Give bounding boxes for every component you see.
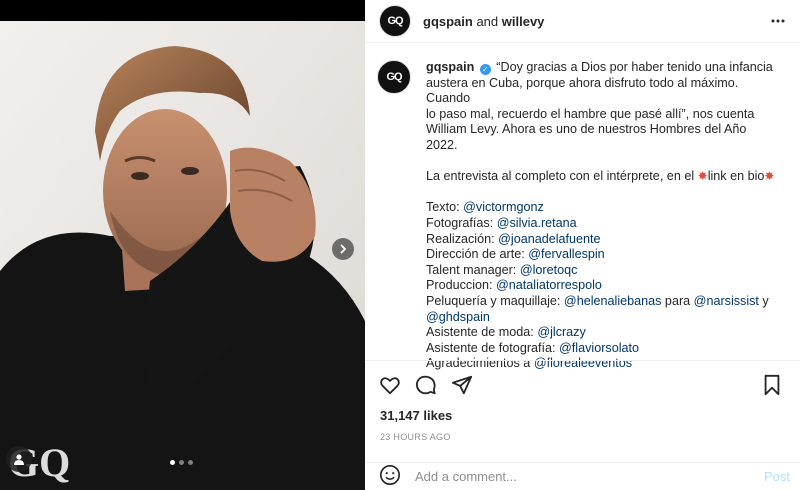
carousel-dot: [188, 460, 193, 465]
interview-link-text: link en bio: [707, 169, 765, 184]
caption-line: William Levy. Ahora es uno de nuestros H…: [426, 122, 747, 152]
caption-avatar[interactable]: GQ: [377, 60, 411, 94]
credit-label: Produccion:: [426, 278, 497, 293]
gq-logo: GQ: [386, 71, 402, 83]
post-comment-button[interactable]: Post: [764, 469, 790, 484]
caption-text: gqspain ✓ “Doy gracias a Dios por haber …: [426, 60, 780, 372]
credit-mention[interactable]: @flaviorsolato: [559, 341, 639, 355]
verified-badge-icon: ✓: [479, 64, 491, 75]
post-actions: [365, 360, 800, 408]
user-icon: [14, 454, 24, 465]
credit-mention[interactable]: @loretoqc: [520, 263, 578, 277]
carousel-indicators: [170, 460, 193, 465]
credit-joiner: para: [661, 293, 694, 308]
share-button[interactable]: [451, 374, 473, 399]
caption-line: lo paso mal, recuerdo el hambre que pasé…: [426, 106, 755, 121]
post-side-panel: GQ gqspain and willevy GQ gqspain ✓ “Doy…: [365, 0, 800, 490]
credit-mention[interactable]: @fervallespin: [528, 247, 605, 261]
credit-mention[interactable]: @narsissist: [694, 294, 759, 308]
tagged-users-button[interactable]: [6, 446, 32, 472]
credit-mention[interactable]: @victormgonz: [463, 200, 544, 214]
chevron-right-icon: [340, 244, 347, 254]
credit-mention[interactable]: @helenaliebanas: [564, 294, 662, 308]
comment-icon: [415, 375, 436, 395]
gq-logo: GQ: [387, 15, 403, 27]
more-options-button[interactable]: [770, 13, 786, 32]
add-comment-bar: Post: [365, 462, 800, 490]
comment-button[interactable]: [415, 374, 437, 399]
credit-mention[interactable]: @joanadelafuente: [498, 232, 600, 246]
authors-joiner: and: [472, 13, 502, 29]
credit-mention[interactable]: @jlcrazy: [537, 325, 585, 339]
save-button[interactable]: [762, 374, 782, 399]
post-header: GQ gqspain and willevy: [365, 0, 800, 43]
post-timestamp[interactable]: 23 HOURS AGO: [380, 432, 451, 442]
credit-mention[interactable]: @ghdspain: [426, 310, 490, 324]
author-username[interactable]: gqspain: [423, 14, 473, 29]
bookmark-icon: [764, 374, 780, 396]
share-icon: [451, 375, 473, 395]
like-count[interactable]: 31,147 likes: [380, 408, 452, 423]
post-photo[interactable]: GQ: [0, 21, 365, 490]
credit-label: Fotografías:: [426, 215, 497, 230]
comment-input[interactable]: [415, 469, 745, 484]
credit-joiner: y: [758, 293, 769, 308]
smiley-icon: [380, 465, 400, 485]
collision-emoji-icon: ✸: [697, 169, 708, 184]
caption-area: GQ gqspain ✓ “Doy gracias a Dios por hab…: [365, 60, 800, 370]
like-button[interactable]: [379, 374, 401, 399]
caption-line: austera en Cuba, porque ahora disfruto t…: [426, 75, 739, 106]
credit-label: Peluquería y maquillaje:: [426, 293, 564, 308]
credit-mention[interactable]: @silvia.retana: [497, 216, 577, 230]
credit-label: Dirección de arte:: [426, 247, 529, 262]
more-icon: [771, 19, 785, 23]
credit-label: Asistente de moda:: [426, 325, 538, 340]
portrait-image: GQ: [0, 21, 365, 490]
post-authors: gqspain and willevy: [423, 14, 544, 29]
credit-label: Talent manager:: [426, 262, 520, 277]
post-media: GQ: [0, 0, 365, 490]
carousel-dot: [179, 460, 184, 465]
credit-label: Texto:: [426, 200, 464, 215]
carousel-dot: [170, 460, 175, 465]
credit-label: Asistente de fotografía:: [426, 340, 560, 355]
heart-icon: [380, 377, 400, 395]
interview-text: La entrevista al completo con el intérpr…: [426, 169, 698, 184]
carousel-next-button[interactable]: [332, 238, 354, 260]
author-avatar[interactable]: GQ: [379, 5, 411, 37]
collision-emoji-icon: ✸: [764, 169, 775, 184]
caption-username[interactable]: gqspain: [426, 60, 474, 74]
credit-label: Realización:: [426, 231, 499, 246]
caption-line: “Doy gracias a Dios por haber tenido una…: [496, 60, 773, 74]
credit-mention[interactable]: @nataliatorrespolo: [496, 278, 602, 292]
coauthor-username[interactable]: willevy: [502, 14, 545, 29]
emoji-button[interactable]: [379, 464, 401, 489]
